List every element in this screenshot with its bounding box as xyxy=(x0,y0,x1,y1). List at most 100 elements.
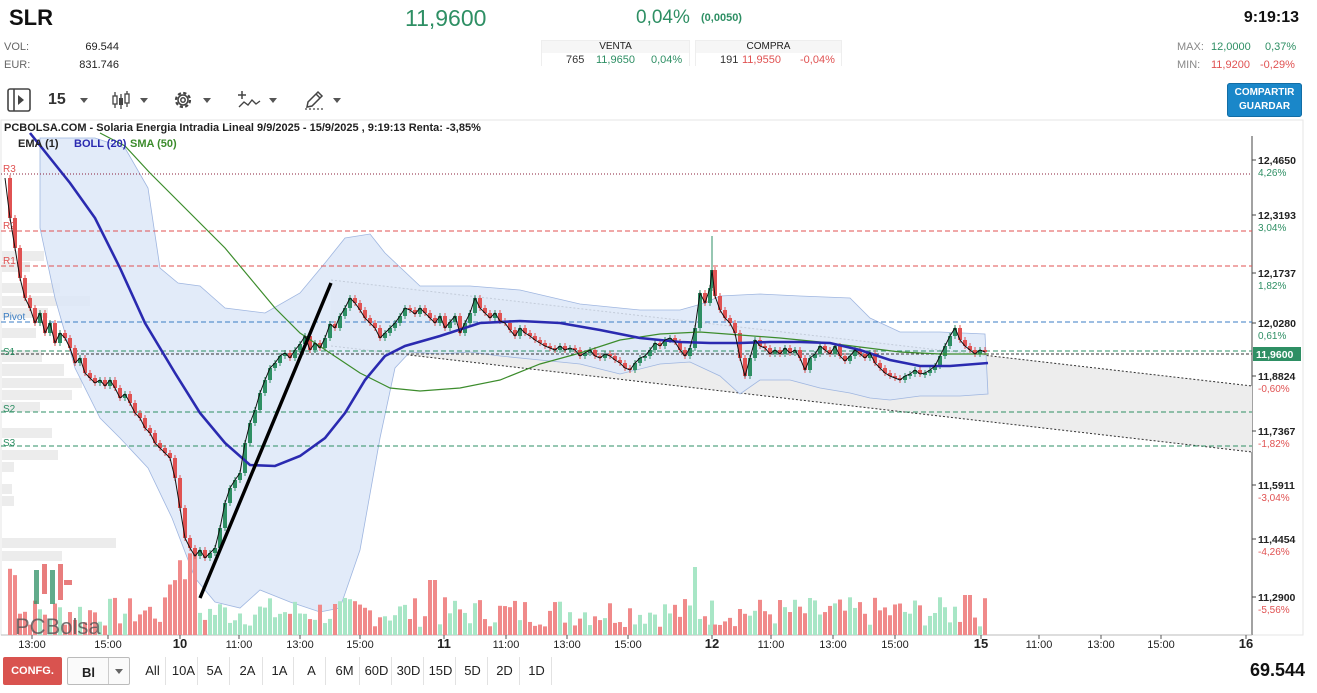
volume-bar xyxy=(573,625,577,635)
candle xyxy=(803,358,807,370)
volume-bar xyxy=(568,612,572,635)
day-label: 12 xyxy=(705,636,719,651)
volume-bar xyxy=(643,623,647,635)
volume-bar xyxy=(463,612,467,635)
range-button-30d[interactable]: 30D xyxy=(394,657,424,685)
candle xyxy=(723,310,727,318)
share-label: COMPARTIR xyxy=(1234,87,1295,98)
volume-bar xyxy=(913,600,917,635)
toggle-panel-button[interactable] xyxy=(6,86,32,114)
candle xyxy=(688,348,692,356)
candle xyxy=(363,310,367,318)
volume-bar xyxy=(218,604,222,635)
volume-bar xyxy=(558,601,562,635)
range-button-2a[interactable]: 2A xyxy=(233,657,263,685)
volume-bar xyxy=(373,626,377,635)
range-button-6m[interactable]: 6M xyxy=(330,657,360,685)
volume-bar xyxy=(943,607,947,635)
range-button-a[interactable]: A xyxy=(298,657,326,685)
volume-bar xyxy=(318,604,322,635)
volume-bar xyxy=(538,624,542,635)
volume-bar xyxy=(443,597,447,635)
range-button-1d[interactable]: 1D xyxy=(522,657,552,685)
volume-bar xyxy=(843,610,847,635)
range-bar: CONFG. Bl All 10A 5A 2A 1A A 6M 60D 30D 15D 5D 2D 1D… xyxy=(0,654,1317,693)
volume-bar xyxy=(243,624,247,635)
candle xyxy=(708,288,712,303)
volume-bar xyxy=(338,601,342,635)
volume-bar xyxy=(738,608,742,635)
candle xyxy=(153,433,157,443)
volume-bar xyxy=(768,614,772,635)
legend-boll[interactable]: BOLL (20) xyxy=(74,138,127,150)
candle xyxy=(938,356,942,366)
min-percent: -0,29% xyxy=(1260,59,1295,71)
volume-bar xyxy=(588,625,592,635)
pencil-icon xyxy=(305,90,324,110)
legend-ema[interactable]: EMA (1) xyxy=(18,138,59,150)
candle xyxy=(23,278,27,298)
volume-bar xyxy=(228,622,232,635)
panel-toggle-icon xyxy=(7,88,31,112)
change-absolute: (0,0050) xyxy=(701,12,742,24)
time-label: 11:00 xyxy=(1026,639,1053,651)
config-button[interactable]: CONFG. xyxy=(3,657,62,685)
volume-bar xyxy=(203,619,207,635)
volume-bar xyxy=(543,626,547,635)
volume-bar xyxy=(483,619,487,635)
time-axis: 13:00 15:00 10 11:00 13:00 15:00 11 11:00 13:00 1… xyxy=(18,635,1253,651)
share-save-button[interactable]: COMPARTIR GUARDAR xyxy=(1227,83,1302,117)
chevron-down-icon[interactable] xyxy=(108,658,130,684)
legend-sma[interactable]: SMA (50) xyxy=(130,138,177,150)
chart-canvas[interactable]: R3 R2 R1 Pivot S1 S2 S3 PCBolsa 12,46504… xyxy=(0,118,1317,653)
volume-bar xyxy=(308,619,312,635)
volume-bar xyxy=(178,560,182,635)
chart-type-button[interactable] xyxy=(110,86,148,114)
volume-bar xyxy=(808,597,812,635)
volume-bar xyxy=(233,620,237,635)
eur-label: EUR: xyxy=(4,59,31,71)
volume-bar xyxy=(278,613,282,635)
range-button-15d[interactable]: 15D xyxy=(426,657,456,685)
interval-value: 15 xyxy=(48,91,66,108)
candle xyxy=(808,358,812,370)
range-button-60d[interactable]: 60D xyxy=(362,657,392,685)
volume-bar xyxy=(693,567,697,635)
drawing-tools-button[interactable] xyxy=(303,86,341,114)
candle xyxy=(698,293,702,328)
candle xyxy=(358,303,362,310)
volume-bar xyxy=(303,613,307,635)
indicators-button[interactable] xyxy=(237,86,277,114)
volume-bar xyxy=(488,626,492,635)
mode-select[interactable]: Bl xyxy=(67,657,130,685)
volume-bar xyxy=(858,602,862,635)
range-button-10a[interactable]: 10A xyxy=(170,657,198,685)
day-label: 16 xyxy=(1239,636,1253,651)
volume-label: VOL: xyxy=(4,41,30,53)
gear-icon xyxy=(174,91,192,109)
settings-button[interactable] xyxy=(171,86,211,114)
volume-bar xyxy=(423,616,427,635)
volume-bar xyxy=(983,598,987,635)
volume-bar xyxy=(398,606,402,635)
watermark-text: PCBolsa xyxy=(15,614,101,639)
range-button-1a[interactable]: 1A xyxy=(266,657,294,685)
candle xyxy=(178,478,182,508)
volume-bar xyxy=(688,605,692,635)
candle xyxy=(253,410,257,423)
interval-select[interactable]: 15 xyxy=(48,86,88,114)
price-tick-label: 11,5911 xyxy=(1258,480,1295,492)
range-button-5d[interactable]: 5D xyxy=(458,657,488,685)
price-tick-percent: 3,04% xyxy=(1258,223,1286,234)
range-button-5a[interactable]: 5A xyxy=(200,657,230,685)
price-chart[interactable]: R3 R2 R1 Pivot S1 S2 S3 PCBolsa 12,4650 … xyxy=(0,118,1317,653)
time-label: 15:00 xyxy=(94,639,122,651)
price-tick-label: 11,8824 xyxy=(1258,371,1296,383)
range-button-all[interactable]: All xyxy=(140,657,166,685)
range-button-2d[interactable]: 2D xyxy=(490,657,520,685)
time-label: 13:00 xyxy=(286,639,314,651)
volume-bar xyxy=(508,607,512,635)
volume-bar xyxy=(633,624,637,635)
pcbolsa-logo: PCBolsa xyxy=(15,564,101,639)
candle xyxy=(143,418,147,428)
